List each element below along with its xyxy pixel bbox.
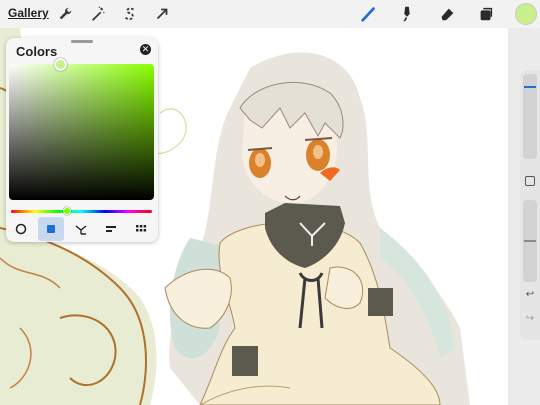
panel-grabber[interactable]: [71, 40, 93, 43]
brush-size-slider[interactable]: [523, 74, 537, 159]
magic-wand-icon[interactable]: [87, 3, 109, 25]
palettes-tab-icon[interactable]: [128, 217, 154, 241]
gallery-button[interactable]: Gallery: [8, 6, 49, 20]
hue-slider[interactable]: [11, 210, 152, 213]
harmony-tab-icon[interactable]: [68, 217, 94, 241]
disc-tab-icon[interactable]: [8, 217, 34, 241]
right-sidebar: ↩ ↪: [520, 70, 540, 340]
panel-title: Colors: [16, 44, 58, 59]
wrench-icon[interactable]: [55, 3, 77, 25]
opacity-knob[interactable]: [524, 240, 536, 242]
selection-s-icon[interactable]: [119, 3, 141, 25]
smudge-icon[interactable]: [396, 3, 418, 25]
layers-icon[interactable]: [475, 3, 497, 25]
value-tab-icon[interactable]: [98, 217, 124, 241]
undo-icon[interactable]: ↩: [524, 289, 536, 300]
redo-icon[interactable]: ↪: [524, 313, 536, 324]
modify-square-icon[interactable]: [525, 176, 535, 186]
classic-tab-icon[interactable]: [38, 217, 64, 241]
transform-arrow-icon[interactable]: [151, 3, 173, 25]
eraser-icon[interactable]: [436, 3, 458, 25]
color-picker-handle[interactable]: [54, 58, 67, 71]
colors-panel: Colors ✕: [6, 38, 158, 242]
current-color-swatch[interactable]: [515, 3, 537, 25]
close-icon[interactable]: ✕: [140, 44, 151, 55]
brush-icon[interactable]: [358, 3, 380, 25]
color-mode-tabs: [6, 217, 158, 241]
saturation-value-picker[interactable]: [9, 64, 154, 200]
brush-size-knob[interactable]: [524, 86, 536, 88]
opacity-slider[interactable]: [523, 200, 537, 282]
hue-slider-handle[interactable]: [63, 207, 71, 215]
top-toolbar: Gallery: [0, 0, 540, 28]
